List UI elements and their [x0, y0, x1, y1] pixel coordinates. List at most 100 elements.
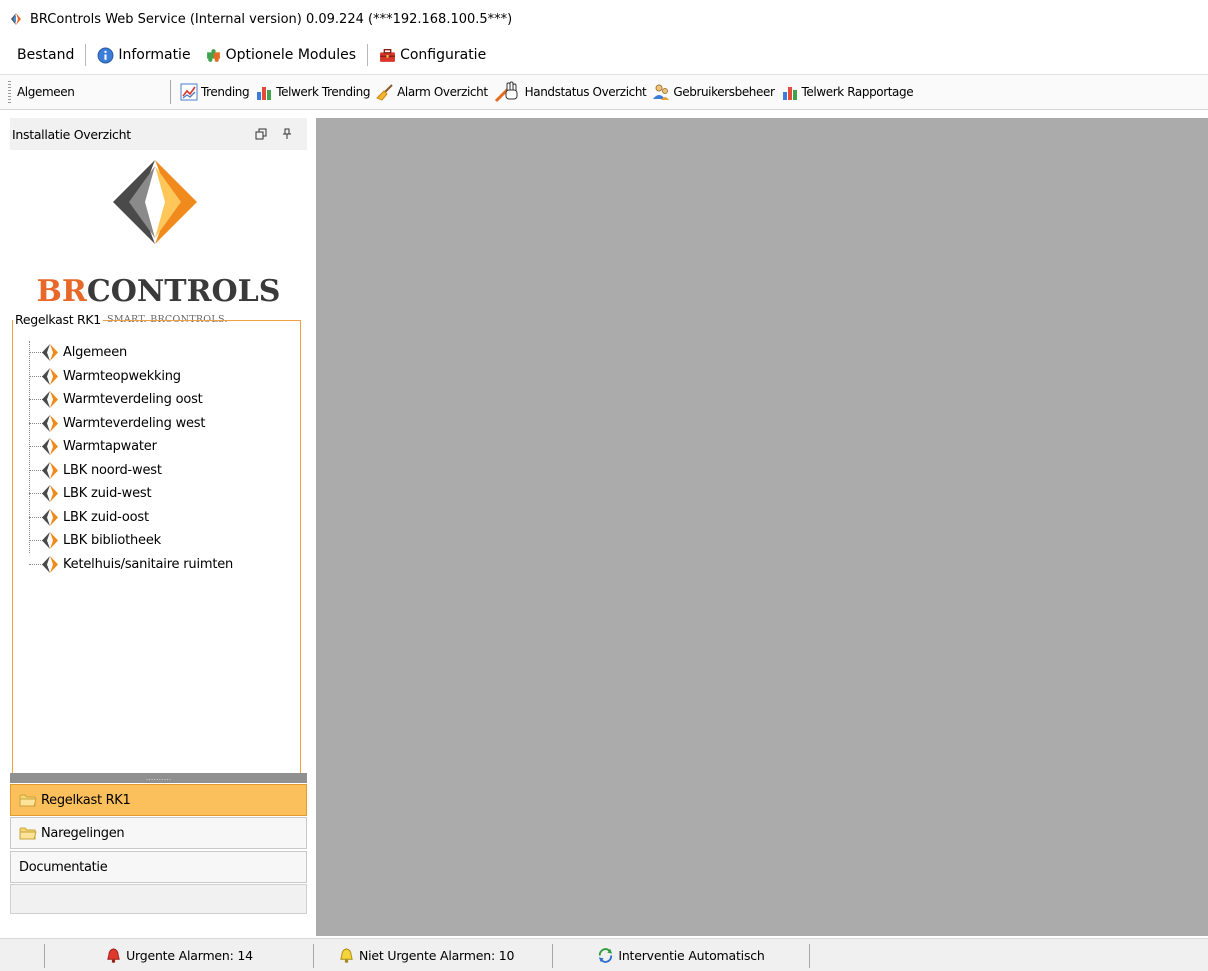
menu-separator — [85, 44, 87, 66]
toolbox-icon — [380, 48, 395, 62]
panel-header: Installatie Overzicht — [10, 118, 307, 150]
menu-configuratie-label: Configuratie — [400, 47, 487, 63]
installation-tree: Algemeen Warmteopwekking Warmteverdeling o… — [29, 341, 233, 576]
nav-label: Regelkast RK1 — [41, 792, 131, 808]
bar-chart-icon — [257, 87, 272, 100]
tree-item[interactable]: Algemeen — [29, 341, 233, 365]
tree-item[interactable]: Warmteopwekking — [29, 365, 233, 389]
toolbar-handstatus-overzicht[interactable]: Handstatus Overzicht — [491, 78, 650, 106]
brcontrols-node-icon — [42, 344, 58, 361]
regelkast-groupbox: Regelkast RK1 Algemeen Warmteopwekking War… — [12, 312, 301, 774]
tree-item-label: LBK zuid-west — [63, 486, 152, 502]
status-bar: Urgente Alarmen: 14 Niet Urgente Alarmen… — [0, 938, 1208, 971]
logo-wordmark: BRCONTROLS — [10, 274, 307, 309]
tree-item[interactable]: Warmteverdeling oost — [29, 388, 233, 412]
menu-bestand-label: Bestand — [17, 47, 75, 63]
tree-item-label: Warmteverdeling west — [63, 415, 206, 431]
toolbar-telwerk-rapportage-label: Telwerk Rapportage — [801, 85, 914, 99]
info-icon — [97, 47, 114, 63]
toolbar-algemeen-label: Algemeen — [17, 85, 75, 99]
toolbar-grip[interactable] — [8, 81, 11, 103]
toolbar-separator — [170, 80, 171, 104]
tree-item[interactable]: Warmteverdeling west — [29, 412, 233, 436]
toolbar-alarm-overzicht-label: Alarm Overzicht — [397, 85, 488, 99]
refresh-icon — [599, 948, 613, 963]
menu-bar: Bestand Informatie Optionele Modules Con… — [0, 40, 1208, 70]
nav-empty-area — [10, 884, 307, 914]
installatie-overzicht-panel: Installatie Overzicht BRCONTROLS BE SMAR… — [10, 118, 307, 914]
broom-icon — [376, 84, 393, 101]
bar-chart-icon — [782, 87, 797, 100]
users-icon — [653, 84, 670, 100]
toolbar: Algemeen Trending Telwerk Trending Alarm… — [0, 74, 1208, 110]
panel-title: Installatie Overzicht — [12, 126, 131, 142]
toolbar-alarm-overzicht[interactable]: Alarm Overzicht — [373, 78, 491, 106]
brcontrols-node-icon — [42, 485, 58, 502]
hand-icon — [494, 81, 518, 103]
brcontrols-node-icon — [42, 438, 58, 455]
puzzle-icon — [206, 48, 220, 62]
bell-yellow-icon — [340, 948, 353, 963]
nav-documentatie[interactable]: Documentatie — [10, 851, 307, 883]
status-urgent-alarms[interactable]: Urgente Alarmen: 14 — [45, 939, 313, 971]
tree-item[interactable]: LBK zuid-oost — [29, 506, 233, 530]
logo-brand-rest: CONTROLS — [86, 274, 281, 309]
toolbar-telwerk-trending[interactable]: Telwerk Trending — [252, 78, 373, 106]
tree-item-label: Warmteverdeling oost — [63, 392, 203, 408]
nav-label: Naregelingen — [41, 825, 125, 841]
menu-informatie-label: Informatie — [118, 47, 191, 63]
toolbar-telwerk-trending-label: Telwerk Trending — [276, 85, 371, 99]
groupbox-title: Regelkast RK1 — [13, 312, 103, 327]
menu-optionele-modules[interactable]: Optionele Modules — [198, 42, 364, 68]
toolbar-gebruikersbeheer[interactable]: Gebruikersbeheer — [649, 78, 777, 106]
panel-splitter[interactable]: .......... — [10, 773, 307, 783]
toolbar-gebruikersbeheer-label: Gebruikersbeheer — [673, 85, 775, 99]
urgent-alarms-label: Urgente Alarmen: 14 — [126, 948, 253, 963]
brcontrols-node-icon — [42, 555, 58, 573]
tree-item-label: LBK zuid-oost — [63, 509, 149, 525]
toolbar-algemeen[interactable]: Algemeen — [15, 78, 160, 106]
nav-label: Documentatie — [19, 859, 108, 875]
trend-chart-icon — [180, 83, 198, 101]
brcontrols-logo-icon — [113, 160, 197, 244]
tree-item-label: LBK noord-west — [63, 462, 162, 478]
tree-item[interactable]: LBK noord-west — [29, 459, 233, 483]
nav-naregelingen[interactable]: Naregelingen — [10, 817, 307, 849]
brcontrols-node-icon — [42, 367, 58, 385]
brcontrols-node-icon — [42, 508, 58, 526]
folder-icon — [19, 794, 37, 807]
brand-logo: BRCONTROLS BE SMART. BRCONTROLS. — [10, 150, 307, 325]
brcontrols-node-icon — [42, 414, 58, 432]
status-intervention[interactable]: Interventie Automatisch — [553, 939, 809, 971]
brcontrols-node-icon — [42, 532, 58, 549]
non-urgent-alarms-label: Niet Urgente Alarmen: 10 — [359, 948, 515, 963]
logo-brand-accent: BR — [36, 274, 87, 309]
menu-informatie[interactable]: Informatie — [90, 42, 197, 68]
nav-regelkast-rk1[interactable]: Regelkast RK1 — [10, 784, 307, 816]
brcontrols-node-icon — [42, 391, 58, 408]
menu-bestand[interactable]: Bestand — [10, 42, 81, 68]
intervention-label: Interventie Automatisch — [618, 948, 765, 963]
app-window: BRControls Web Service (Internal version… — [0, 0, 1208, 971]
menu-separator — [367, 44, 369, 66]
main-content-area — [316, 118, 1208, 936]
tree-item[interactable]: LBK zuid-west — [29, 482, 233, 506]
tree-item-label: Algemeen — [63, 345, 128, 361]
status-non-urgent-alarms[interactable]: Niet Urgente Alarmen: 10 — [314, 939, 582, 971]
toolbar-telwerk-rapportage[interactable]: Telwerk Rapportage — [778, 78, 917, 106]
tree-item[interactable]: Ketelhuis/sanitaire ruimten — [29, 553, 233, 577]
tree-item[interactable]: Warmtapwater — [29, 435, 233, 459]
tree-item-label: Warmteopwekking — [63, 368, 181, 384]
brcontrols-node-icon — [42, 461, 58, 479]
toolbar-trending-label: Trending — [201, 85, 250, 99]
app-logo-icon — [11, 13, 21, 25]
tree-item-label: Warmtapwater — [63, 439, 157, 455]
menu-configuratie[interactable]: Configuratie — [372, 42, 493, 68]
pin-icon[interactable] — [281, 128, 293, 140]
tree-item[interactable]: LBK bibliotheek — [29, 529, 233, 553]
toolbar-trending[interactable]: Trending — [177, 78, 252, 106]
window-title: BRControls Web Service (Internal version… — [30, 11, 513, 27]
menu-optionele-modules-label: Optionele Modules — [225, 47, 357, 63]
float-window-icon[interactable] — [255, 128, 267, 140]
bell-red-icon — [107, 948, 120, 963]
